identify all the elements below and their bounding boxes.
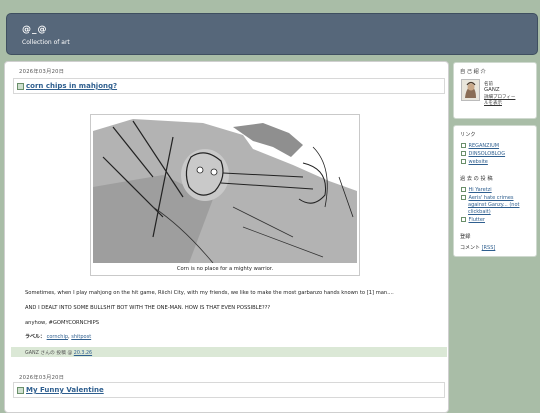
recent-post-link-continued[interactable]: against Ganzy... (not (468, 202, 520, 208)
image-caption: Corn is no place for a mighty warrior. (176, 266, 274, 272)
post-title-box: My Funny Valentine (13, 382, 445, 398)
recent-post-link[interactable]: Flutter (461, 217, 485, 223)
recent-post-link[interactable]: Hi Yaretzi (461, 187, 492, 193)
post-footer: GANZ さんの 投稿 @ 20.3.26 (11, 347, 447, 357)
bullet-icon (461, 195, 466, 200)
rss-link[interactable]: [RSS] (482, 245, 496, 251)
bullet-icon (461, 217, 466, 222)
post-title[interactable]: corn chips in mahjong? (26, 82, 117, 90)
recent-posts-title: 過 去 の 投 稿 (460, 176, 493, 182)
post-title[interactable]: My Funny Valentine (26, 386, 104, 394)
profile-avatar[interactable] (461, 79, 480, 101)
profile-widget: 自 己 紹 介 名前 GANZ 詳細プロフィー ルを表示 (453, 62, 537, 119)
post-image[interactable] (93, 117, 357, 263)
sidebar-link[interactable]: DINSOLOBLOG (461, 151, 505, 157)
labels-label: ラベル： (25, 334, 46, 340)
post-timestamp-link[interactable]: 20.3.26 (74, 351, 92, 356)
bullet-icon (461, 159, 466, 164)
sidebar-link[interactable]: website (461, 159, 488, 165)
avatar-image (462, 80, 479, 100)
recent-post-link[interactable]: Aeris' hate crimes (461, 195, 514, 201)
post-at: @ (67, 351, 73, 356)
post-paragraph: Sometimes, when I play mahjong on the hi… (25, 290, 394, 296)
post-date: 2026年03月20日 (19, 375, 65, 381)
blog-header: @_@ Collection of art (6, 13, 538, 55)
subscribe-title: 登録 (460, 234, 471, 240)
post-title-box: corn chips in mahjong? (13, 78, 445, 94)
post-paragraph: AND I DEALT INTO SOME BULLSHIT BOT WITH … (25, 305, 271, 311)
bullet-icon (461, 187, 466, 192)
post-image-frame: Corn is no place for a mighty warrior. (90, 114, 360, 276)
bullet-icon (461, 151, 466, 156)
links-and-archive-widget: リンク REGANZIUM DINSOLOBLOG website 過 去 の … (453, 125, 537, 257)
post-footer-text: GANZ さんの 投稿 @ 20.3.26 (25, 349, 92, 356)
profile-name: GANZ (484, 87, 500, 93)
comment-label: コメント (460, 245, 481, 251)
post-labels: ラベル： cornchip, shitpost (25, 334, 92, 340)
bullet-icon (461, 143, 466, 148)
profile-link[interactable]: ルを表示 (484, 100, 502, 106)
sidebar-link[interactable]: REGANZIUM (461, 143, 499, 149)
label-link[interactable]: cornchip (47, 334, 68, 340)
label-link[interactable]: shitpost (71, 334, 91, 340)
site-title[interactable]: @_@ (22, 25, 48, 35)
subscribe-row: コメント [RSS] (460, 244, 495, 251)
post-icon (17, 83, 24, 90)
recent-post-link-continued[interactable]: clickbait) (468, 209, 491, 215)
post-author: GANZ さんの 投稿 (25, 351, 66, 356)
post-paragraph: anyhow, #GOMYCORNCHIPS (25, 320, 100, 326)
post-icon (17, 387, 24, 394)
profile-title: 自 己 紹 介 (460, 69, 486, 75)
main-column: 2026年03月20日 corn chips in mahjong? Corn … (4, 61, 449, 413)
links-title: リンク (460, 132, 476, 138)
site-description: Collection of art (22, 39, 70, 46)
post-date: 2026年03月20日 (19, 69, 65, 75)
